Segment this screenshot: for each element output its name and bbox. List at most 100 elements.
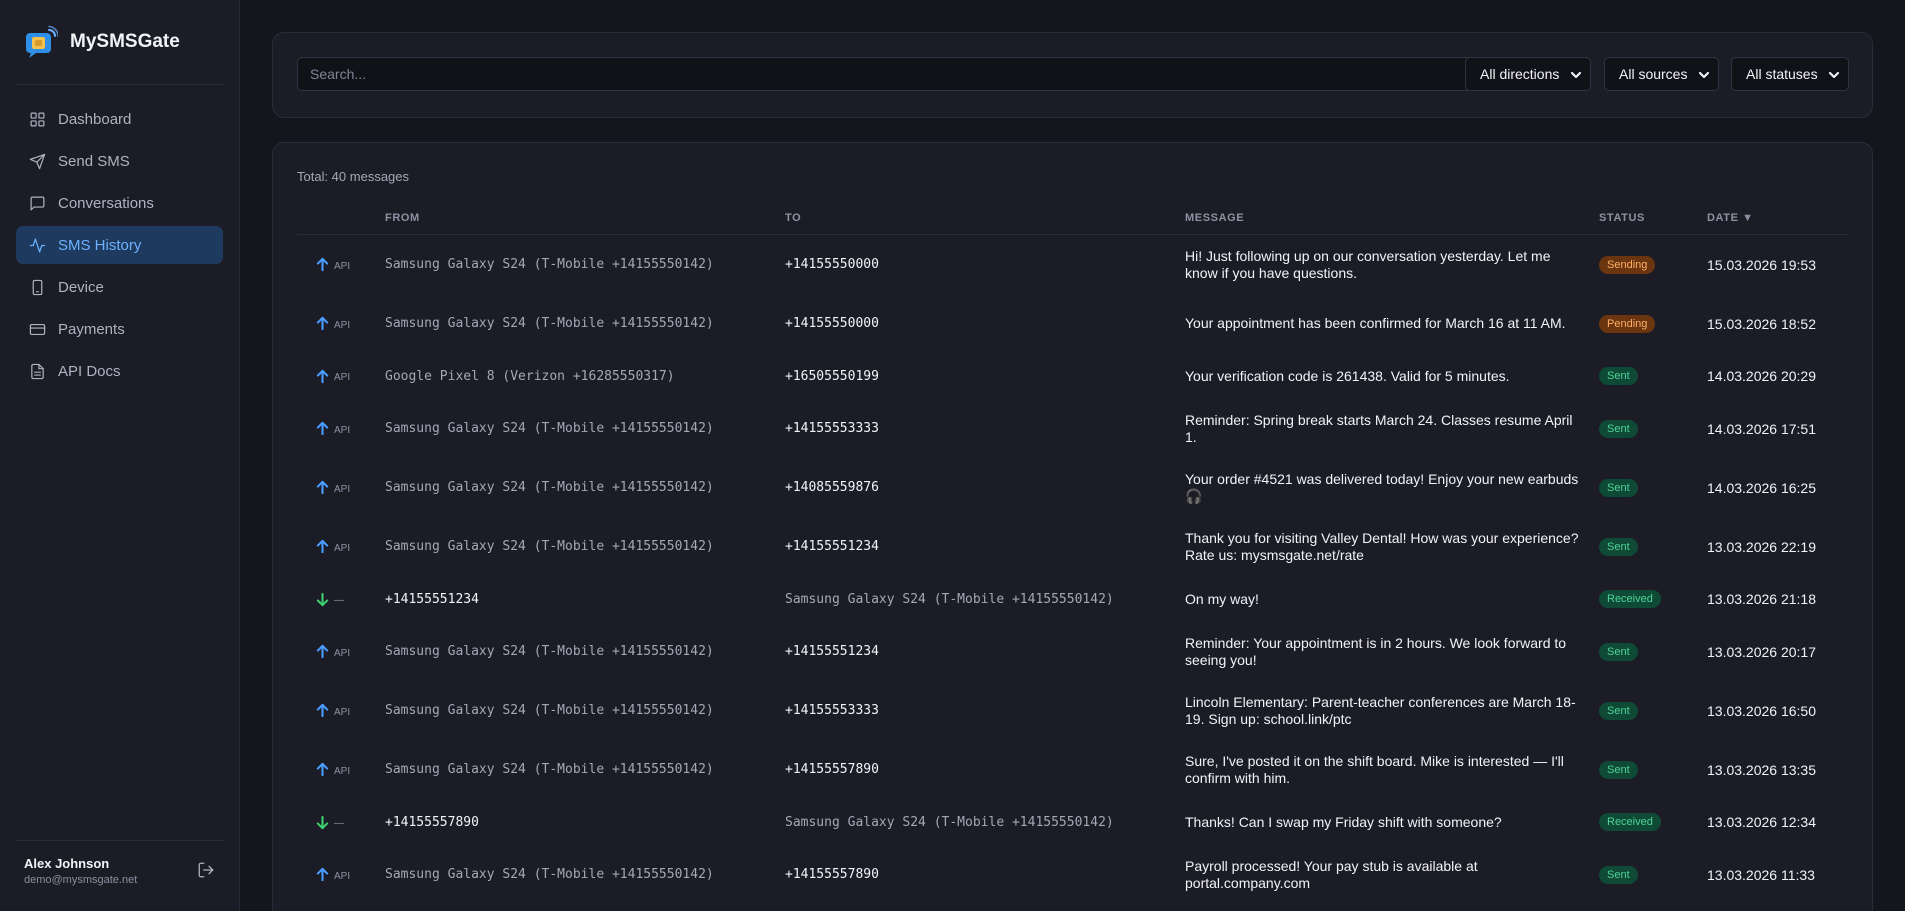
chat-icon xyxy=(30,196,45,210)
filters-card: All directions All sources All statuses xyxy=(272,32,1873,118)
nav-item-conversations[interactable]: Conversations xyxy=(16,184,223,222)
column-header-date[interactable]: DATE ▼ xyxy=(1707,201,1754,235)
date-cell: 15.03.2026 18:52 xyxy=(1707,315,1816,332)
from-cell: Samsung Galaxy S24 (T-Mobile +1415555014… xyxy=(385,316,714,331)
status-badge: Received xyxy=(1599,590,1661,608)
to-cell: +14085559876 xyxy=(785,480,879,495)
sidebar: MySMSGate Dashboard Send SMS Conversatio… xyxy=(0,0,240,911)
arrow-up-icon xyxy=(316,867,329,882)
source-select[interactable]: All sources xyxy=(1604,57,1719,91)
source-label: API xyxy=(334,483,351,495)
card-icon xyxy=(29,323,46,335)
table-row[interactable]: API Google Pixel 8 (Verizon +16285550317)… xyxy=(297,353,1848,399)
from-cell: Samsung Galaxy S24 (T-Mobile +1415555014… xyxy=(385,703,714,718)
nav-item-label: Device xyxy=(58,278,104,296)
nav-item-label: Dashboard xyxy=(58,110,132,128)
table-row[interactable]: API Samsung Galaxy S24 (T-Mobile +1415555… xyxy=(297,517,1848,576)
table-body: API Samsung Galaxy S24 (T-Mobile +1415555… xyxy=(297,235,1848,904)
status-cell: Sending xyxy=(1599,235,1656,294)
date-cell: 14.03.2026 20:29 xyxy=(1707,368,1816,384)
logout-button[interactable] xyxy=(197,861,215,879)
date-cell: 13.03.2026 22:19 xyxy=(1707,538,1816,555)
table-row[interactable]: API Samsung Galaxy S24 (T-Mobile +1415555… xyxy=(297,458,1848,517)
date-cell: 13.03.2026 16:50 xyxy=(1707,702,1816,719)
grid-icon xyxy=(30,112,45,126)
nav-item-device[interactable]: Device xyxy=(16,268,223,306)
status-badge: Sent xyxy=(1599,642,1638,661)
date-cell: 13.03.2026 12:34 xyxy=(1707,814,1816,830)
status-badge: Sent xyxy=(1599,419,1638,438)
direction-cell: API xyxy=(315,681,350,740)
message-cell: Sure, I've posted it on the shift board.… xyxy=(1185,752,1564,786)
table-row[interactable]: API Samsung Galaxy S24 (T-Mobile +1415555… xyxy=(297,399,1848,458)
nav-item-dashboard[interactable]: Dashboard xyxy=(16,100,223,138)
arrow-up-icon xyxy=(316,539,329,554)
table-row[interactable]: — +14155557890 Samsung Galaxy S24 (T-Mobil… xyxy=(297,799,1848,845)
status-badge: Sent xyxy=(1599,865,1638,884)
to-cell: +14155557890 xyxy=(785,867,879,882)
message-cell: Thanks! Can I swap my Friday shift with … xyxy=(1185,813,1502,830)
nav-item-send-sms[interactable]: Send SMS xyxy=(16,142,223,180)
column-header-from[interactable]: FROM xyxy=(385,201,420,235)
nav-item-payments[interactable]: Payments xyxy=(16,310,223,348)
table-row[interactable]: API Samsung Galaxy S24 (T-Mobile +1415555… xyxy=(297,740,1848,799)
table-row[interactable]: API Samsung Galaxy S24 (T-Mobile +1415555… xyxy=(297,845,1848,904)
direction-cell: — xyxy=(315,576,344,622)
to-cell: +14155551234 xyxy=(785,539,879,554)
table-row[interactable]: — +14155551234 Samsung Galaxy S24 (T-Mobil… xyxy=(297,576,1848,622)
to-cell: +14155551234 xyxy=(785,644,879,659)
column-header-status[interactable]: STATUS xyxy=(1599,201,1645,235)
send-icon xyxy=(29,153,46,169)
nav-item-sms-history[interactable]: SMS History xyxy=(16,226,223,264)
status-badge: Sent xyxy=(1599,760,1638,779)
column-header-message[interactable]: MESSAGE xyxy=(1185,201,1244,235)
to-cell: +14155553333 xyxy=(785,421,879,436)
status-cell: Sent xyxy=(1599,353,1638,399)
nav-item-label: Send SMS xyxy=(58,152,130,170)
user-panel: Alex Johnson demo@mysmsgate.net xyxy=(24,856,215,886)
from-cell: Samsung Galaxy S24 (T-Mobile +1415555014… xyxy=(385,421,714,436)
from-cell: +14155557890 xyxy=(385,814,479,830)
activity-icon xyxy=(29,238,46,252)
date-cell: 14.03.2026 16:25 xyxy=(1707,479,1816,496)
status-badge: Sent xyxy=(1599,367,1638,385)
status-cell: Received xyxy=(1599,576,1661,622)
status-badge: Sent xyxy=(1599,537,1638,556)
source-label: API xyxy=(334,542,351,554)
arrow-up-icon xyxy=(316,480,329,495)
from-cell: Google Pixel 8 (Verizon +16285550317) xyxy=(385,368,675,384)
column-header-to[interactable]: TO xyxy=(785,201,801,235)
table-row[interactable]: API Samsung Galaxy S24 (T-Mobile +1415555… xyxy=(297,681,1848,740)
table-row[interactable]: API Samsung Galaxy S24 (T-Mobile +1415555… xyxy=(297,622,1848,681)
source-label: API xyxy=(334,647,351,659)
total-count: Total: 40 messages xyxy=(297,169,410,184)
status-cell: Sent xyxy=(1599,399,1638,458)
chevron-down-icon xyxy=(1698,68,1710,80)
date-cell: 13.03.2026 13:35 xyxy=(1707,761,1816,778)
app-logo-icon xyxy=(26,25,58,58)
direction-cell: API xyxy=(315,458,350,517)
main-nav: Dashboard Send SMS Conversations SMS His… xyxy=(16,100,223,394)
to-cell: Samsung Galaxy S24 (T-Mobile +1415555014… xyxy=(785,591,1114,607)
source-label: API xyxy=(334,765,351,777)
status-cell: Pending xyxy=(1599,294,1656,353)
direction-select[interactable]: All directions xyxy=(1465,57,1591,91)
direction-cell: API xyxy=(315,353,350,399)
nav-item-api-docs[interactable]: API Docs xyxy=(16,352,223,390)
status-select[interactable]: All statuses xyxy=(1731,57,1849,91)
brand[interactable]: MySMSGate xyxy=(0,0,239,84)
to-cell: +14155550000 xyxy=(785,257,879,272)
direction-cell: API xyxy=(315,235,350,294)
divider xyxy=(16,84,223,85)
direction-cell: API xyxy=(315,740,350,799)
arrow-up-icon xyxy=(316,421,329,436)
to-cell: +16505550199 xyxy=(785,368,879,384)
status-cell: Sent xyxy=(1599,845,1638,904)
search-input[interactable] xyxy=(297,57,1477,91)
table-row[interactable]: API Samsung Galaxy S24 (T-Mobile +1415555… xyxy=(297,294,1848,353)
app-name: MySMSGate xyxy=(70,31,180,52)
arrow-down-icon xyxy=(316,815,329,829)
table-row[interactable]: API Samsung Galaxy S24 (T-Mobile +1415555… xyxy=(297,235,1848,294)
chevron-down-icon xyxy=(1828,68,1840,80)
phone-icon xyxy=(32,279,43,295)
